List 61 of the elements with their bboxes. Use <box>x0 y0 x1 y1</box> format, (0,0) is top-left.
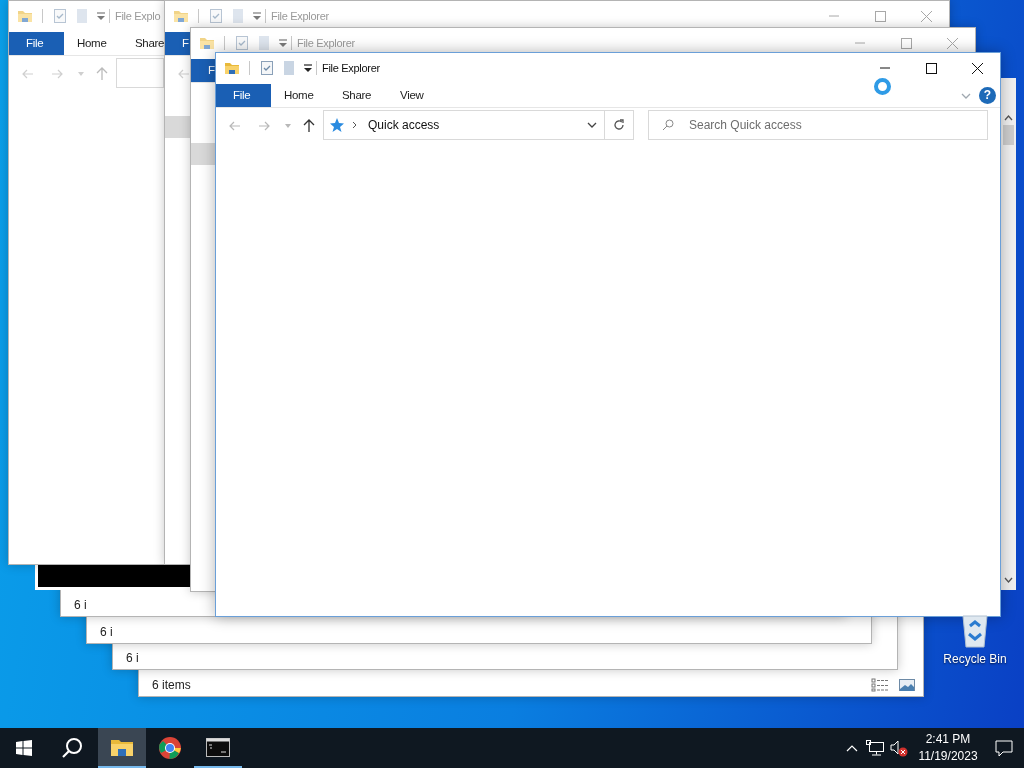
search-icon <box>662 119 674 131</box>
checklist-icon[interactable] <box>52 8 68 24</box>
caret-icon[interactable] <box>302 61 314 75</box>
ribbon-tab[interactable]: View <box>387 84 445 107</box>
window-title: File Explo <box>115 8 161 24</box>
file-explorer-button[interactable] <box>98 728 146 768</box>
search-field[interactable]: Search Quick access <box>648 110 988 140</box>
address-bar[interactable]: Quick access <box>323 110 605 140</box>
arrow-right-icon[interactable] <box>51 69 63 79</box>
ribbon-tab[interactable]: Share <box>329 84 387 107</box>
network-icon[interactable] <box>866 740 884 756</box>
browser-icon[interactable] <box>158 736 182 760</box>
window-title: File Explorer <box>322 60 380 76</box>
scrollbar-thumb[interactable] <box>1003 125 1014 145</box>
windows-logo-icon[interactable] <box>16 740 32 756</box>
search-icon[interactable] <box>61 737 83 759</box>
arrow-right-icon[interactable] <box>258 121 270 131</box>
item-count: 6 i <box>100 624 113 641</box>
ribbon-tab[interactable]: Home <box>271 84 329 107</box>
volume-muted-icon[interactable] <box>890 739 908 757</box>
refresh-button[interactable] <box>604 110 634 140</box>
ribbon-tab[interactable]: F <box>165 32 190 55</box>
checklist-icon[interactable] <box>234 35 250 51</box>
checklist-icon[interactable] <box>259 60 275 76</box>
arrow-left-icon[interactable] <box>22 69 34 79</box>
breadcrumb-item[interactable]: Quick access <box>368 116 440 134</box>
ribbon-tab[interactable]: F <box>191 59 215 82</box>
maximize-icon[interactable] <box>925 62 937 74</box>
chevron-down-icon[interactable] <box>587 122 597 128</box>
pin-star-icon <box>329 117 345 133</box>
terminal-icon[interactable] <box>206 736 230 760</box>
clock-button[interactable]: 2:41 PM 11/19/2023 <box>912 728 984 768</box>
help-button[interactable]: ? <box>979 87 996 104</box>
scrollbar[interactable] <box>1001 78 1016 590</box>
document-icon[interactable] <box>281 60 297 76</box>
chevron-right-icon <box>352 121 358 129</box>
folder-icon[interactable] <box>224 60 240 76</box>
details-view-button[interactable] <box>871 678 889 692</box>
large-icons-button[interactable] <box>899 678 915 692</box>
ribbon-tab[interactable]: Share <box>122 32 164 55</box>
address-bar[interactable] <box>116 58 164 88</box>
ribbon-tab[interactable]: File <box>216 84 271 107</box>
chevron-up-icon[interactable] <box>846 744 858 752</box>
close-icon[interactable] <box>971 62 983 74</box>
item-count: 6 i <box>74 597 87 614</box>
window-title: File Explorer <box>297 35 355 51</box>
refresh-icon[interactable] <box>613 119 625 131</box>
arrow-left-icon[interactable] <box>178 69 190 79</box>
document-icon[interactable] <box>230 8 246 24</box>
checklist-icon[interactable] <box>208 8 224 24</box>
desktop-icon-label[interactable]: Recycle Bin <box>943 650 1007 668</box>
ribbon-tab[interactable]: File <box>9 32 64 55</box>
item-count: 6 i <box>126 650 139 667</box>
item-count: 6 items <box>152 677 191 694</box>
document-icon[interactable] <box>256 35 272 51</box>
ribbon-tab[interactable]: Home <box>64 32 122 55</box>
arrow-left-icon[interactable] <box>229 121 241 131</box>
window-title: File Explorer <box>271 8 329 24</box>
speech-bubble-icon[interactable] <box>995 739 1013 757</box>
caret-down-icon[interactable] <box>285 124 291 128</box>
caret-down-icon[interactable] <box>78 72 84 76</box>
